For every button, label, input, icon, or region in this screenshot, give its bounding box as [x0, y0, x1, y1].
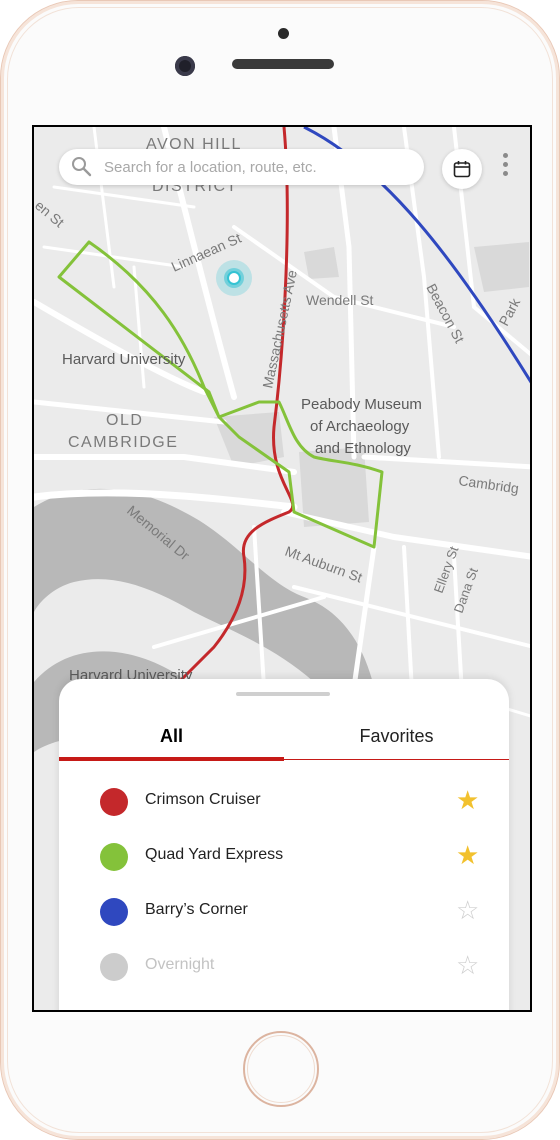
route-color-dot: [100, 843, 128, 871]
tab-favorites[interactable]: Favorites: [284, 719, 509, 759]
route-name: Overnight: [145, 956, 215, 973]
search-input[interactable]: [104, 149, 409, 185]
calendar-button[interactable]: [442, 149, 482, 189]
route-tabs: All Favorites: [59, 719, 509, 761]
map-label-peabody-1: Peabody Museum: [301, 396, 422, 413]
map-label-cambridge-neighborhood: CAMBRIDGE: [68, 434, 178, 451]
current-location-marker: [227, 271, 241, 285]
favorite-star-icon[interactable]: ★: [456, 785, 479, 815]
route-item[interactable]: Barry’s Corner ☆: [89, 892, 489, 932]
map-label-peabody-2: of Archaeology: [310, 418, 410, 435]
route-name: Quad Yard Express: [145, 846, 284, 863]
search-bar[interactable]: [59, 149, 424, 185]
search-icon: [72, 157, 92, 177]
app-screen: AVON HILL DISTRICT en St Linnaean St Mas…: [32, 125, 532, 1012]
route-name: Crimson Cruiser: [145, 791, 261, 808]
front-camera: [175, 56, 195, 76]
route-color-dot: [100, 898, 128, 926]
route-color-dot: [100, 953, 128, 981]
tab-all[interactable]: All: [59, 719, 284, 759]
map-label-peabody-3: and Ethnology: [315, 440, 411, 457]
sheet-drag-handle[interactable]: [236, 692, 330, 696]
map-label-old: OLD: [106, 412, 143, 429]
route-color-dot: [100, 788, 128, 816]
favorite-star-icon[interactable]: ☆: [456, 895, 479, 925]
route-name: Barry’s Corner: [145, 901, 248, 918]
home-button[interactable]: [243, 1031, 319, 1107]
map-label-harvard-university: Harvard University: [62, 351, 186, 368]
calendar-icon: [453, 161, 471, 178]
route-item[interactable]: Overnight ☆: [89, 947, 489, 987]
earpiece-speaker: [232, 59, 334, 69]
favorite-star-icon[interactable]: ☆: [456, 950, 479, 980]
route-item[interactable]: Crimson Cruiser ★: [89, 782, 489, 822]
phone-frame: AVON HILL DISTRICT en St Linnaean St Mas…: [0, 0, 560, 1140]
favorite-star-icon[interactable]: ★: [456, 840, 479, 870]
front-sensor: [278, 28, 289, 39]
route-item[interactable]: Quad Yard Express ★: [89, 837, 489, 877]
kebab-menu-icon[interactable]: [499, 152, 511, 178]
tab-active-indicator: [59, 757, 284, 761]
routes-bottom-sheet: All Favorites Crimson Cruiser ★ Quad Yar…: [59, 679, 509, 1010]
map-label-wendell-st: Wendell St: [306, 292, 374, 308]
